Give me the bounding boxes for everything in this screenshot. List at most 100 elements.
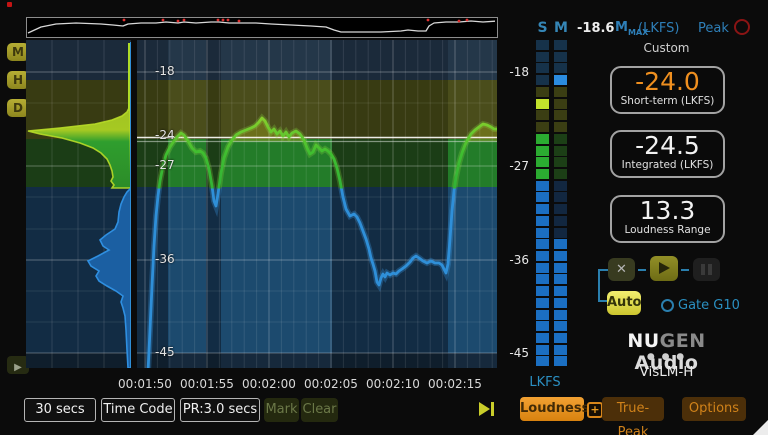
loudness-history-graph[interactable] (137, 40, 497, 368)
peak-label: Peak (698, 21, 729, 36)
meter-scale-label: -45 (505, 346, 529, 360)
meter-s-segment (536, 134, 549, 144)
meter-s-segment (536, 157, 549, 167)
meter-m-segment (554, 228, 567, 238)
transport-connector (600, 269, 608, 271)
loudness-histogram-panel[interactable] (26, 40, 131, 368)
graph-x-label: 00:02:10 (366, 377, 420, 391)
short-term-value: -24.0 (612, 68, 723, 95)
meter-m-segment (554, 40, 567, 50)
meter-m-segment (554, 286, 567, 296)
product-name: VisLM-H (600, 364, 733, 380)
graph-y-label: -36 (155, 252, 175, 266)
skip-to-end-icon (479, 402, 490, 416)
meter-m-segment (554, 75, 567, 85)
meter-m-segment (554, 321, 567, 331)
gate-radio-button[interactable] (661, 299, 674, 312)
meter-m-segment (554, 110, 567, 120)
mark-button[interactable]: Mark (264, 398, 299, 422)
meter-m-segment (554, 333, 567, 343)
play-button[interactable] (650, 256, 678, 281)
graph-y-label: -27 (155, 158, 175, 172)
integrated-label: Integrated (LKFS) (612, 159, 723, 171)
meter-s-segment (536, 63, 549, 73)
pause-button[interactable] (693, 258, 720, 281)
meter-m-segment (554, 52, 567, 62)
logo-dots: ● ● ● (600, 352, 733, 362)
graph-x-label: 00:01:50 (118, 377, 172, 391)
graph-x-label: 00:02:15 (428, 377, 482, 391)
options-button[interactable]: Options (682, 397, 746, 421)
record-indicator-dot (7, 2, 12, 7)
loudness-tab-button[interactable]: Loudness (520, 397, 584, 421)
meter-s-segment (536, 239, 549, 249)
play-icon: ▶ (14, 362, 22, 373)
graph-x-label: 00:01:55 (180, 377, 234, 391)
meter-s-segment (536, 52, 549, 62)
transport-connector (638, 269, 646, 271)
meter-m-segment (554, 298, 567, 308)
graph-y-label: -24 (155, 128, 175, 142)
meter-s-segment (536, 192, 549, 202)
resize-handle[interactable] (753, 420, 768, 435)
pr-window-button[interactable]: PR:3.0 secs (180, 398, 260, 422)
meter-s-segment (536, 181, 549, 191)
meter-m-segment (554, 310, 567, 320)
meter-m-segment (554, 345, 567, 355)
clear-button[interactable]: Clear (301, 398, 338, 422)
loudness-range-value: 13.3 (612, 197, 723, 224)
x-icon: ✕ (616, 262, 627, 277)
transport-connector (598, 269, 600, 302)
play-icon (659, 262, 670, 274)
link-plus-button[interactable]: + (587, 402, 603, 418)
peak-indicator-light[interactable] (734, 19, 750, 35)
integrated-value: -24.5 (612, 132, 723, 159)
meter-s-segment (536, 204, 549, 214)
meter-s-segment (536, 310, 549, 320)
meter-s-segment (536, 110, 549, 120)
truepeak-tab-button[interactable]: True-Peak (602, 397, 664, 421)
meter-s-segment (536, 99, 549, 109)
pause-icon (701, 264, 705, 275)
meter-m-segment (554, 192, 567, 202)
meter-m-segment (554, 216, 567, 226)
meter-m-segment (554, 134, 567, 144)
preset-name[interactable]: Custom (610, 41, 723, 55)
meter-m-segment (554, 204, 567, 214)
short-term-readout[interactable]: -24.0 Short-term (LKFS) (610, 66, 725, 114)
meter-s-segment (536, 286, 549, 296)
meter-s-segment (536, 321, 549, 331)
loudness-trace (137, 40, 497, 368)
meter-scale-label: -36 (505, 253, 529, 267)
meter-m-header: M (554, 20, 567, 36)
meter-m-segment (554, 146, 567, 156)
integrated-readout[interactable]: -24.5 Integrated (LKFS) (610, 130, 725, 178)
timecode-button[interactable]: Time Code (101, 398, 175, 422)
meter-m-segment (554, 63, 567, 73)
mmax-units: (LKFS) (638, 21, 679, 36)
meter-m-segment (554, 181, 567, 191)
skip-to-end-button[interactable] (478, 400, 498, 418)
meter-s-segment (536, 122, 549, 132)
meter-m-segment (554, 99, 567, 109)
auto-button[interactable]: Auto (607, 291, 641, 315)
vislm-plugin-window: M H D ▶ -18-24-27-36-45 00:01:5000:01:55… (0, 0, 768, 435)
pause-icon (708, 264, 712, 275)
meter-m-segment (554, 263, 567, 273)
graph-x-label: 00:02:05 (304, 377, 358, 391)
meter-s-segment (536, 146, 549, 156)
meter-scale-label: -18 (505, 65, 529, 79)
history-window-button[interactable]: 30 secs (24, 398, 96, 422)
truepeak-overview-strip[interactable] (26, 17, 498, 38)
mmax-value: -18.6 (577, 21, 614, 36)
meter-s-header: S (536, 20, 549, 36)
loudness-range-label: Loudness Range (612, 224, 723, 236)
reset-button[interactable]: ✕ (608, 258, 635, 281)
meter-s-segment (536, 216, 549, 226)
meter-s-segment (536, 274, 549, 284)
meter-s-segment (536, 263, 549, 273)
meter-s-segment (536, 333, 549, 343)
meter-m-segment (554, 356, 567, 366)
loudness-range-readout[interactable]: 13.3 Loudness Range (610, 195, 725, 243)
meter-s-segment (536, 169, 549, 179)
